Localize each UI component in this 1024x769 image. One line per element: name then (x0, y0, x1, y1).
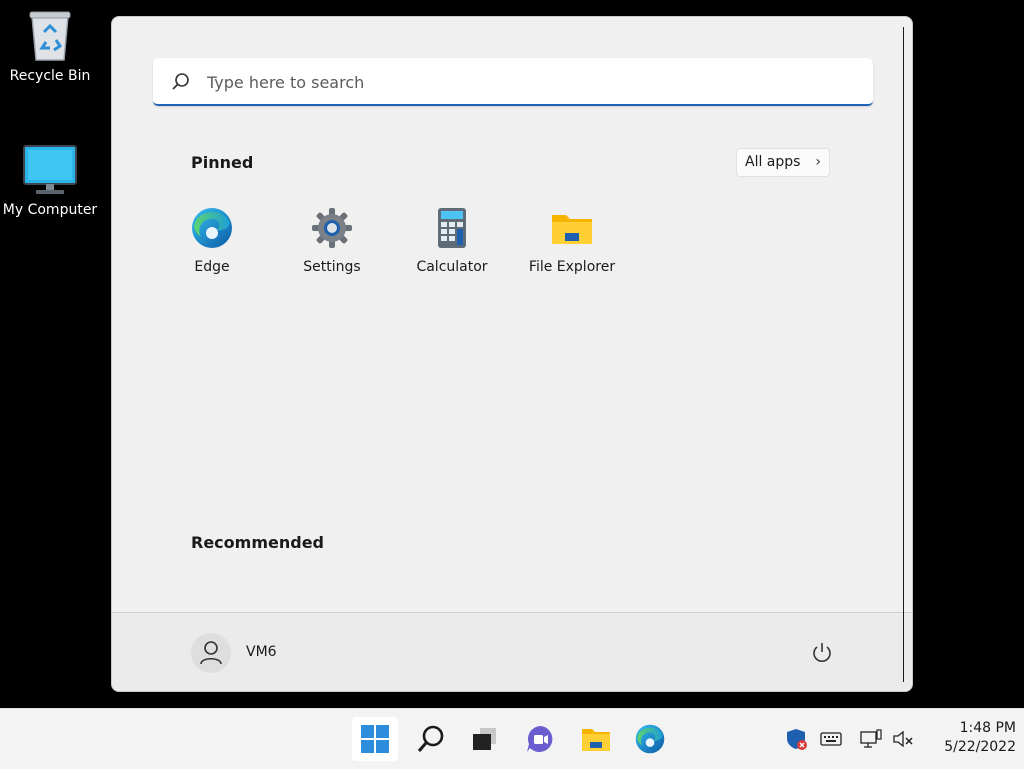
network-icon[interactable] (859, 727, 883, 751)
all-apps-label: All apps (745, 154, 801, 170)
pinned-heading: Pinned (191, 153, 254, 172)
volume-muted-icon[interactable] (891, 727, 915, 751)
desktop-icon-label: Recycle Bin (9, 68, 91, 84)
gear-icon (312, 208, 352, 248)
pinned-app-calculator[interactable]: Calculator (396, 207, 508, 277)
start-menu: Pinned All apps › Edge S (111, 16, 913, 692)
clock-time: 1:48 PM (959, 720, 1016, 736)
monitor-icon (23, 145, 77, 194)
taskbar-edge-button[interactable] (627, 717, 673, 761)
avatar[interactable] (191, 633, 231, 673)
calculator-icon (438, 208, 466, 248)
search-input[interactable] (205, 69, 849, 95)
taskbar: 1:48 PM 5/22/2022 (0, 708, 1024, 769)
start-footer: VM6 (112, 612, 912, 691)
folder-icon (552, 215, 592, 244)
pinned-app-label: File Explorer (528, 259, 616, 275)
recycle-bin-icon (29, 11, 71, 61)
edge-icon (635, 724, 665, 754)
pinned-app-label: Calculator (416, 259, 488, 275)
clock[interactable]: 1:48 PM 5/22/2022 (920, 719, 1016, 757)
task-view-icon (473, 728, 496, 750)
power-icon[interactable] (810, 641, 834, 665)
pinned-app-settings[interactable]: Settings (276, 207, 388, 277)
user-icon (200, 641, 222, 665)
chevron-right-icon: › (815, 154, 821, 170)
keyboard-icon[interactable] (819, 727, 843, 751)
file-explorer-icon (582, 729, 610, 751)
taskbar-start-button[interactable] (352, 717, 398, 761)
desktop-icon-label: My Computer (2, 202, 98, 218)
taskbar-chat-button[interactable] (517, 717, 563, 761)
pinned-app-label: Settings (303, 259, 361, 275)
all-apps-button[interactable]: All apps › (736, 148, 830, 177)
username[interactable]: VM6 (246, 644, 277, 660)
pinned-app-edge[interactable]: Edge (156, 207, 268, 277)
scrollbar[interactable] (903, 27, 904, 682)
pinned-app-label: Edge (194, 259, 230, 275)
taskbar-file-explorer-button[interactable] (573, 717, 619, 761)
chat-icon (527, 726, 553, 752)
taskbar-search-button[interactable] (408, 717, 454, 761)
edge-icon (192, 208, 232, 248)
search-box[interactable] (153, 58, 873, 106)
taskbar-task-view-button[interactable] (462, 717, 508, 761)
pinned-app-file-explorer[interactable]: File Explorer (516, 207, 628, 277)
security-icon[interactable] (785, 727, 809, 751)
recommended-heading: Recommended (191, 533, 324, 552)
desktop-icon-recycle-bin[interactable]: Recycle Bin (0, 8, 100, 84)
search-icon (417, 725, 444, 752)
desktop-icon-my-computer[interactable]: My Computer (0, 144, 100, 218)
start-icon (361, 725, 389, 753)
search-icon (172, 73, 189, 90)
clock-date: 5/22/2022 (944, 739, 1016, 755)
